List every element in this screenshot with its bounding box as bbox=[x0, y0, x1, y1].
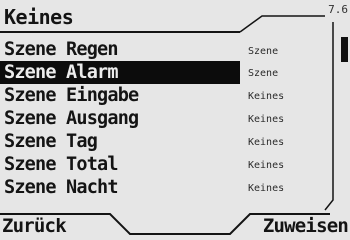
scene-item[interactable]: Szene Regen bbox=[0, 38, 240, 61]
version-label: 7.6 bbox=[328, 3, 348, 16]
scene-assignment: Keines bbox=[248, 91, 285, 102]
scrollbar-thumb[interactable] bbox=[341, 37, 348, 62]
scene-item[interactable]: Szene Eingabe bbox=[0, 84, 240, 107]
scene-item[interactable]: Szene Alarm bbox=[0, 61, 240, 84]
lcd-screen: Keines 7.6 Szene Regen Szene Alarm Szene E… bbox=[0, 0, 350, 240]
scene-item[interactable]: Szene Nacht bbox=[0, 176, 240, 199]
scene-assignment: Keines bbox=[248, 160, 285, 171]
scene-assignment: Keines bbox=[248, 137, 285, 148]
scene-assignment: Keines bbox=[248, 183, 285, 194]
assign-softkey[interactable]: Zuweisen bbox=[263, 214, 349, 238]
scene-item[interactable]: Szene Tag bbox=[0, 130, 240, 153]
scene-assignment: Szene bbox=[248, 68, 279, 79]
scene-assignment: Szene bbox=[248, 46, 279, 57]
header-divider bbox=[0, 31, 240, 33]
header-title: Keines bbox=[4, 5, 74, 29]
scene-item[interactable]: Szene Ausgang bbox=[0, 107, 240, 130]
scene-item[interactable]: Szene Total bbox=[0, 153, 240, 176]
scene-assignment: Keines bbox=[248, 114, 285, 125]
back-softkey[interactable]: Zurück bbox=[2, 214, 67, 238]
